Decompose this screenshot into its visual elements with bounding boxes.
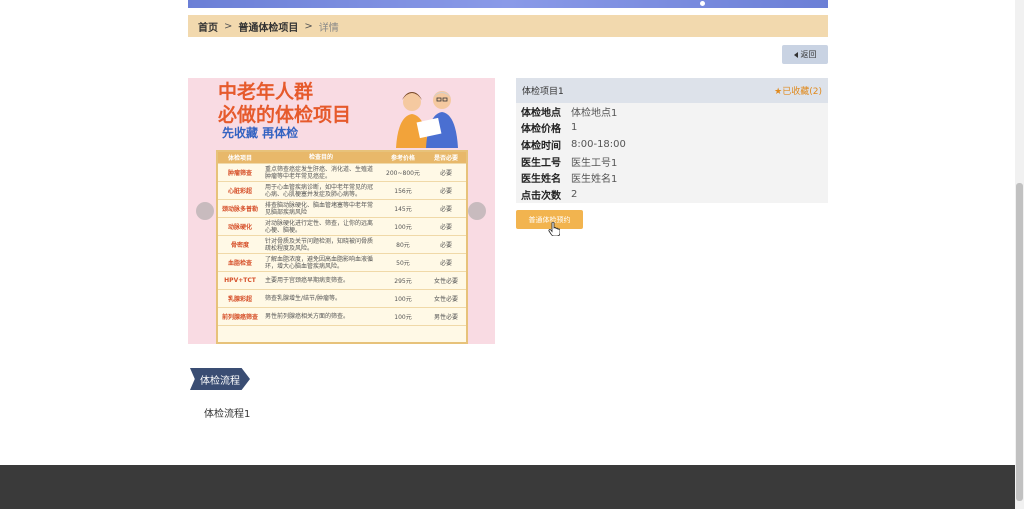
info-label: 医生工号: [521, 157, 561, 169]
checkup-flow-tag: 体检流程: [190, 368, 250, 390]
poster-table-cell: 心脏彩超: [227, 188, 252, 195]
poster-table-cell: 对动脉硬化进行定性、筛查，让你的远离心梗、脑梗。: [265, 219, 374, 234]
poster-table-cell: 前列腺癌筛查: [221, 314, 258, 321]
back-button-label: 返回: [800, 50, 817, 59]
poster-table-cell: 100元: [394, 296, 412, 303]
info-panel-header: 体检项目1 ★已收藏(2): [516, 78, 828, 103]
poster-table-row: 骨密度 针对骨质及关节问题检测，知晓被问骨质疏松程度及风险。 80元 必要: [218, 236, 466, 254]
poster-table-cell: 筛查乳腺增生/结节/肿瘤等。: [265, 295, 342, 302]
poster-table-header: 体检项目 检查目的 参考价格 是否必要: [218, 152, 466, 164]
poster-table-cell: 针对骨质及关节问题检测，知晓被问骨质疏松程度及风险。: [265, 237, 374, 252]
info-label: 体检地点: [521, 107, 561, 119]
poster-table-cell: 80元: [396, 242, 410, 249]
poster-table-cell: 骨密度: [230, 242, 249, 249]
info-label: 医生姓名: [521, 174, 561, 186]
product-image-carousel: 中老年人群 必做的体检项目 先收藏 再体检 体检项目 检查目的 参考价格 是否必…: [188, 78, 495, 344]
info-panel-title: 体检项目1: [522, 87, 564, 97]
poster-table-cell: 必要: [439, 206, 452, 213]
poster-table-cell: HPV+TCT: [224, 277, 256, 284]
breadcrumb-home[interactable]: 首页: [198, 19, 218, 34]
scrollbar-thumb[interactable]: [1016, 183, 1023, 501]
breadcrumb-separator: >: [224, 20, 233, 32]
carousel-next-button[interactable]: [468, 202, 486, 220]
back-button[interactable]: 返回: [782, 45, 828, 64]
poster-table-cell: 必要: [439, 224, 452, 231]
carousel-indicator-dot[interactable]: [700, 1, 705, 6]
poster-table-cell: 女性必要: [433, 278, 458, 285]
info-row: 点击次数 2: [516, 186, 828, 203]
info-label: 体检时间: [521, 140, 561, 152]
poster-title-line1: 中老年人群: [218, 81, 314, 103]
poster-table-cell: 动脉硬化: [227, 224, 252, 231]
info-row: 医生姓名 医生姓名1: [516, 169, 828, 186]
page-footer: [0, 465, 1015, 509]
info-row: 体检时间 8:00-18:00: [516, 136, 828, 153]
poster-table-cell: 乳腺彩超: [227, 296, 252, 303]
breadcrumb-separator: >: [304, 20, 313, 32]
info-value: 医生工号1: [571, 157, 618, 169]
poster-table-cell: 男性前列腺癌相关方面的筛查。: [265, 313, 350, 320]
poster-table-cell: 295元: [394, 278, 412, 285]
info-value: 1: [571, 122, 578, 134]
poster-table-cell: 200~800元: [386, 170, 420, 177]
poster-table-cell: 肿瘤筛查: [227, 170, 252, 177]
info-value: 医生姓名1: [571, 174, 618, 186]
info-value: 8:00-18:00: [571, 138, 626, 150]
poster-table-header-cell: 是否必要: [433, 155, 458, 162]
poster-table-row: 乳腺彩超 筛查乳腺增生/结节/肿瘤等。 100元 女性必要: [218, 290, 466, 308]
poster-table-cell: 50元: [396, 260, 410, 267]
poster-table-row: HPV+TCT 主要用于宫颈癌早期病变筛查。 295元 女性必要: [218, 272, 466, 290]
poster-table-cell: 了解血脂浓度，避免因高血脂影响血液循环，增大心脑血管疾病风险。: [265, 255, 374, 270]
poster-table-cell: 必要: [439, 188, 452, 195]
poster-checkup-table: 体检项目 检查目的 参考价格 是否必要 肿瘤筛查 重点筛查癌症发生肝癌、消化道、…: [216, 150, 468, 344]
poster-table-cell: 用于心血管疾病诊断，如中老年常见的冠心病、心肌梗塞并发症及肺心病等。: [265, 183, 374, 198]
poster-subtitle: 先收藏 再体检: [222, 126, 299, 140]
poster-table-cell: 156元: [394, 188, 412, 195]
poster-table-cell: 女性必要: [433, 296, 458, 303]
poster-table-cell: 100元: [394, 224, 412, 231]
top-banner-strip: [188, 0, 828, 8]
carousel-prev-button[interactable]: [196, 202, 214, 220]
poster-table-row: 肿瘤筛查 重点筛查癌症发生肝癌、消化道、生殖道肿瘤等中老年常见癌症。 200~8…: [218, 164, 466, 182]
caret-left-icon: [793, 51, 798, 58]
breadcrumb-current: 详情: [318, 22, 339, 34]
poster-table-row: 前列腺癌筛查 男性前列腺癌相关方面的筛查。 100元 男性必要: [218, 308, 466, 326]
poster-table-header-cell: 体检项目: [227, 155, 252, 162]
poster-table-cell: 100元: [394, 314, 412, 321]
info-label: 点击次数: [521, 190, 561, 202]
poster-table-row: 颈动脉多普勒 排查脑动脉硬化、脑血管堵塞等中老年常见脑部疾病风险 145元 必要: [218, 200, 466, 218]
breadcrumb-category[interactable]: 普通体检项目: [238, 19, 298, 34]
checkup-flow-text: 体检流程1: [204, 409, 251, 420]
poster-table-cell: 重点筛查癌症发生肝癌、消化道、生殖道肿瘤等中老年常见癌症。: [265, 165, 374, 180]
poster-table-cell: 血脂检查: [227, 260, 252, 267]
hand-pointer-cursor-icon: [548, 222, 560, 236]
poster-table-cell: 主要用于宫颈癌早期病变筛查。: [265, 277, 350, 284]
info-row: 医生工号 医生工号1: [516, 153, 828, 170]
poster-table-cell: 145元: [394, 206, 412, 213]
info-row: 体检价格 1: [516, 120, 828, 137]
poster-table-row: 动脉硬化 对动脉硬化进行定性、筛查，让你的远离心梗、脑梗。 100元 必要: [218, 218, 466, 236]
poster-table-cell: 排查脑动脉硬化、脑血管堵塞等中老年常见脑部疾病风险: [265, 201, 374, 216]
poster-table-cell: 男性必要: [433, 314, 458, 321]
info-value: 2: [571, 188, 578, 200]
checkup-info-panel: 体检项目1 ★已收藏(2) 体检地点 体检地点1 体检价格 1 体检时间 8:0…: [516, 78, 828, 203]
favorite-button[interactable]: ★已收藏(2): [774, 84, 822, 97]
elderly-couple-illustration: [396, 91, 458, 148]
poster-table-cell: 必要: [439, 242, 452, 249]
poster-table-header-cell: 检查目的: [308, 154, 333, 161]
poster-table-cell: 必要: [439, 170, 452, 177]
poster-table-cell: 颈动脉多普勒: [221, 206, 258, 213]
poster-title: 中老年人群 必做的体检项目: [218, 81, 351, 127]
poster-table-header-cell: 参考价格: [390, 155, 415, 162]
info-row: 体检地点 体检地点1: [516, 103, 828, 120]
vertical-scrollbar[interactable]: [1015, 0, 1024, 509]
info-label: 体检价格: [521, 124, 561, 136]
breadcrumb: 首页 > 普通体检项目 > 详情: [188, 15, 828, 37]
poster-table-row: 血脂检查 了解血脂浓度，避免因高血脂影响血液循环，增大心脑血管疾病风险。 50元…: [218, 254, 466, 272]
poster-table-row: 心脏彩超 用于心血管疾病诊断，如中老年常见的冠心病、心肌梗塞并发症及肺心病等。 …: [218, 182, 466, 200]
poster-table-cell: 必要: [439, 260, 452, 267]
info-value: 体检地点1: [571, 107, 618, 119]
